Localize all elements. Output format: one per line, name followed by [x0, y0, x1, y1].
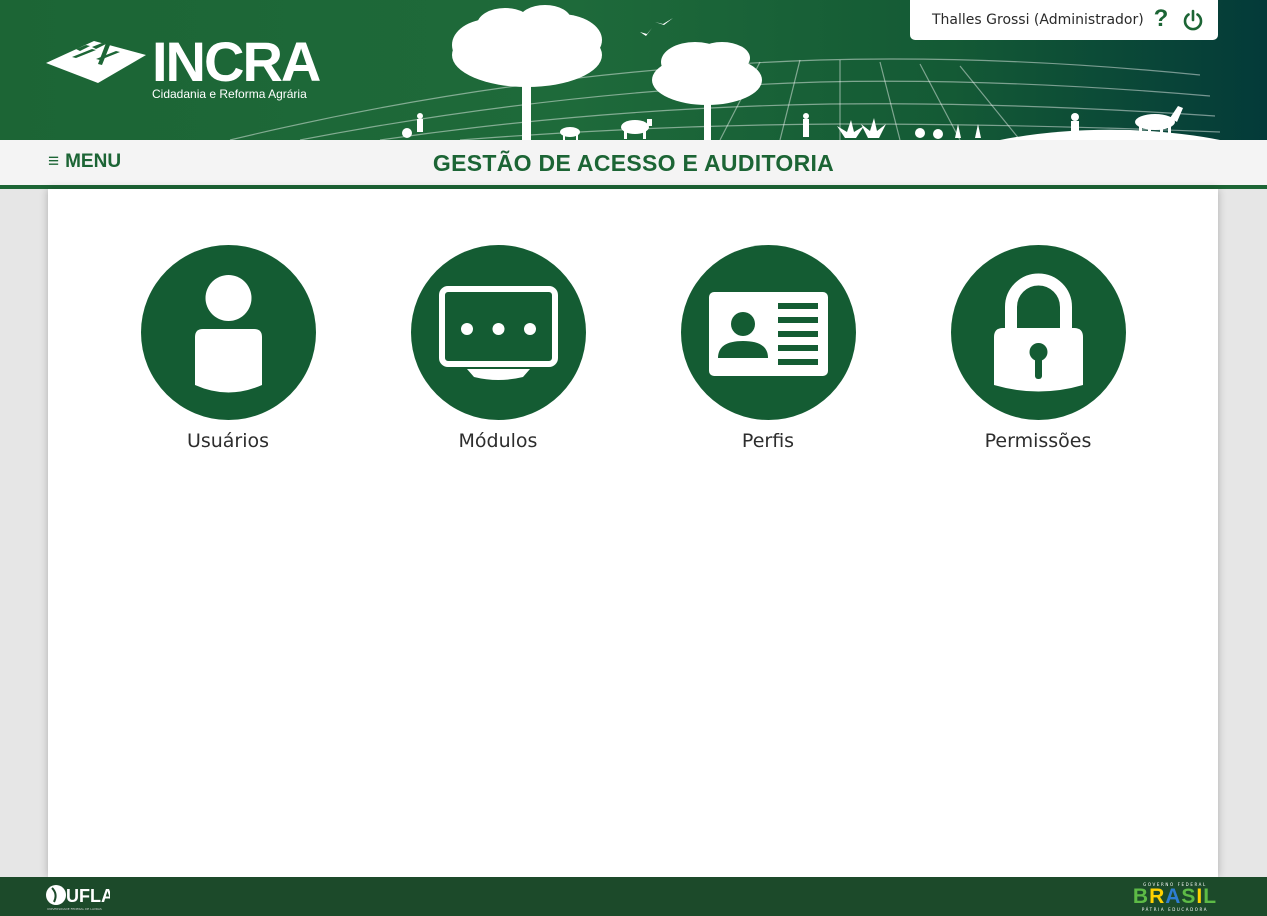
lock-icon — [950, 245, 1126, 420]
brasil-letter: R — [1149, 885, 1166, 908]
page-title: GESTÃO DE ACESSO E AUDITORIA — [432, 150, 835, 176]
governo-federal-logo: GOVERNO FEDERAL BRASIL PÁTRIA EDUCADORA — [1131, 882, 1219, 912]
id-card-icon — [680, 245, 856, 420]
tile-label: Permissões — [984, 430, 1092, 452]
content-panel: Usuários Módulos Perfis Permissões — [48, 189, 1218, 877]
user-panel: Thalles Grossi (Administrador) ? — [910, 0, 1218, 40]
monitor-icon — [410, 245, 586, 420]
tile-perfis[interactable]: Perfis — [668, 245, 868, 465]
tile-label: Módulos — [458, 430, 538, 452]
power-icon[interactable] — [1182, 9, 1204, 31]
tile-permissoes[interactable]: Permissões — [938, 245, 1138, 465]
user-name-label: Thalles Grossi (Administrador) — [932, 12, 1144, 28]
tile-modulos[interactable]: Módulos — [398, 245, 598, 465]
help-icon[interactable]: ? — [1152, 6, 1170, 32]
navigation-bar: ≡ MENU GESTÃO DE ACESSO E AUDITORIA — [0, 140, 1267, 189]
tile-label: Perfis — [741, 430, 795, 452]
incra-wordmark: INCRA — [152, 30, 321, 93]
tile-label: Usuários — [186, 430, 270, 452]
ufla-wordmark: UFLA — [66, 886, 110, 906]
gov-bottom-label: PÁTRIA EDUCADORA — [1141, 907, 1209, 912]
brasil-letter: L — [1203, 885, 1218, 908]
brasil-wordmark: BRASIL — [1131, 886, 1219, 908]
ufla-subtitle: UNIVERSIDADE FEDERAL DE LAVRAS — [47, 907, 102, 911]
ufla-logo-icon: UFLA — [46, 885, 110, 906]
incra-tagline: Cidadania e Reforma Agrária — [152, 87, 307, 101]
user-icon — [140, 245, 316, 420]
footer: UFLA UNIVERSIDADE FEDERAL DE LAVRAS GOVE… — [0, 877, 1267, 916]
incra-logo-icon — [46, 41, 146, 83]
header-banner: INCRA Cidadania e Reforma Agrária Thalle… — [0, 0, 1267, 140]
tile-usuarios[interactable]: Usuários — [128, 245, 328, 465]
brasil-letter: A — [1165, 885, 1182, 908]
brasil-letter: S — [1181, 885, 1197, 908]
brasil-letter: B — [1132, 885, 1150, 908]
